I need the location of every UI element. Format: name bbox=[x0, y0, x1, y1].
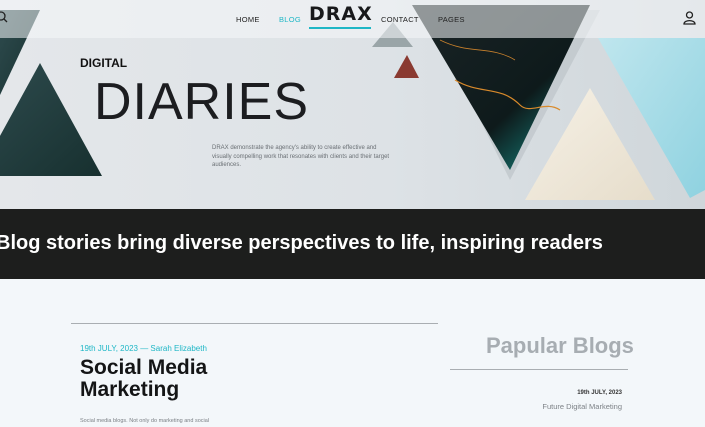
nav-link-contact[interactable]: CONTACT bbox=[381, 15, 419, 24]
logo-underline bbox=[309, 27, 371, 29]
nav-link-pages[interactable]: PAGES bbox=[438, 15, 465, 24]
blog-content: 19th JULY, 2023 — Sarah Elizabeth Social… bbox=[0, 279, 705, 427]
hero-kicker: DIGITAL bbox=[80, 56, 128, 70]
hero-description: DRAX demonstrate the agency's ability to… bbox=[212, 145, 390, 168]
ticker-banner: Blog stories bring diverse perspectives … bbox=[0, 209, 705, 279]
decor-triangle bbox=[0, 63, 102, 176]
decor-triangle bbox=[394, 55, 419, 78]
post-meta: 19th JULY, 2023 — Sarah Elizabeth bbox=[80, 344, 207, 353]
post-title-line: Social Media bbox=[80, 356, 208, 379]
hero-section: HOME BLOG DRAX CONTACT PAGES DIGITAL DIA… bbox=[0, 0, 705, 209]
divider bbox=[71, 323, 438, 324]
ticker-text: Blog stories bring diverse perspectives … bbox=[0, 232, 603, 254]
nav-link-blog[interactable]: BLOG bbox=[279, 15, 301, 24]
post-title-line: Marketing bbox=[80, 378, 180, 401]
divider bbox=[450, 369, 628, 370]
nav-link-home[interactable]: HOME bbox=[236, 15, 260, 24]
sidebar-heading: Papular Blogs bbox=[486, 333, 634, 358]
brand-logo[interactable]: DRAX bbox=[309, 3, 372, 25]
sidebar-item-title[interactable]: Future Digital Marketing bbox=[480, 402, 622, 411]
post-excerpt: Social media blogs. Not only do marketin… bbox=[80, 418, 210, 424]
top-navigation: HOME BLOG DRAX CONTACT PAGES bbox=[0, 0, 705, 38]
post-title[interactable]: Social Media Marketing bbox=[80, 357, 280, 401]
sidebar-item-date: 19th JULY, 2023 bbox=[577, 390, 622, 396]
hero-title: DIARIES bbox=[94, 73, 310, 131]
